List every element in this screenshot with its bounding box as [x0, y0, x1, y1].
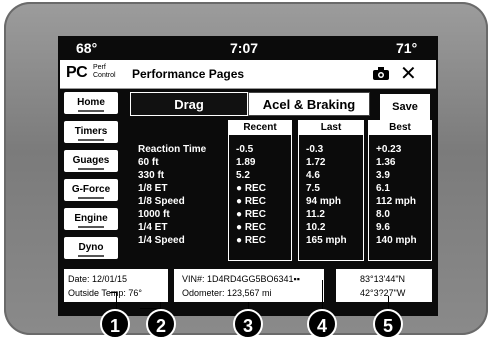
callout-badge-3: 3 — [233, 309, 263, 339]
camera-icon[interactable] — [372, 67, 390, 81]
cell-best: 8.0 — [376, 209, 390, 220]
vehicle-info-panel: VIN#: 1D4RD4GG5BO6341▪▪ Odometer: 123,56… — [174, 269, 324, 302]
cell-recent: ● REC — [236, 183, 266, 194]
cell-recent: 1.89 — [236, 157, 256, 168]
cell-last: 11.2 — [306, 209, 325, 220]
cell-best: 1.36 — [376, 157, 396, 168]
tab-acel-braking[interactable]: Acel & Braking — [248, 92, 370, 116]
sidebar-item-guages[interactable]: Guages — [64, 150, 118, 172]
outside-temp-left: 68° — [76, 40, 98, 56]
sidebar-item-timers[interactable]: Timers — [64, 121, 118, 143]
page-title: Performance Pages — [132, 67, 245, 81]
status-bar: 68° 7:07 71° — [58, 36, 438, 60]
cell-recent: 5.2 — [236, 170, 250, 181]
cell-last: 165 mph — [306, 235, 347, 246]
longitude-readout: 42°3?27"W — [360, 288, 406, 298]
clock: 7:07 — [230, 40, 259, 56]
column-header-last: Last — [298, 120, 364, 135]
callout-badge-5: 5 — [373, 309, 403, 339]
row-label: 330 ft — [138, 170, 165, 181]
odometer-readout: Odometer: 123,567 mi — [182, 288, 272, 298]
row-label: 1/4 ET — [138, 222, 168, 233]
row-label: 1/8 ET — [138, 183, 168, 194]
perf-control-logo-text: Perf Control — [93, 64, 116, 79]
cell-last: 1.72 — [306, 157, 326, 168]
perf-control-logo: PC — [66, 64, 88, 81]
cell-last: -0.3 — [306, 144, 324, 155]
cell-best: 6.1 — [376, 183, 390, 194]
cell-last: 4.6 — [306, 170, 320, 181]
date-readout: Date: 12/01/15 — [68, 274, 128, 284]
callout-badge-4: 4 — [307, 309, 337, 339]
cell-last: 7.5 — [306, 183, 320, 194]
latitude-readout: 83°13'44"N — [360, 274, 406, 284]
cell-best: +0.23 — [376, 144, 402, 155]
vin-readout: VIN#: 1D4RD4GG5BO6341▪▪ — [182, 274, 300, 284]
sidebar-item-engine[interactable]: Engine — [64, 208, 118, 230]
column-header-recent: Recent — [228, 120, 292, 135]
row-label: 1000 ft — [138, 209, 170, 220]
cell-best: 140 mph — [376, 235, 417, 246]
close-icon[interactable]: ✕ — [400, 61, 417, 86]
cell-recent: ● REC — [236, 235, 266, 246]
cell-best: 112 mph — [376, 196, 417, 207]
app-header: PC Perf Control Performance Pages ✕ — [60, 60, 436, 89]
cell-best: 9.6 — [376, 222, 390, 233]
sidebar-item-home[interactable]: Home — [64, 92, 118, 114]
callout-badge-1: 1 — [100, 309, 130, 339]
outside-temp-readout: Outside Temp: 76° — [68, 288, 142, 298]
cell-recent: ● REC — [236, 196, 266, 207]
cell-recent: ● REC — [236, 222, 266, 233]
cell-best: 3.9 — [376, 170, 390, 181]
sidebar-item-dyno[interactable]: Dyno — [64, 237, 118, 259]
row-label: 60 ft — [138, 157, 159, 168]
row-label: 1/8 Speed — [138, 196, 185, 207]
outside-temp-right: 71° — [396, 40, 418, 56]
cell-recent: ● REC — [236, 209, 266, 220]
cell-recent: -0.5 — [236, 144, 254, 155]
row-label: 1/4 Speed — [138, 235, 185, 246]
gps-panel: 83°13'44"N 42°3?27"W — [336, 269, 432, 302]
tab-drag[interactable]: Drag — [130, 92, 248, 116]
cell-last: 94 mph — [306, 196, 342, 207]
callout-leader — [322, 280, 323, 312]
row-label: Reaction Time — [138, 144, 207, 155]
column-header-best: Best — [368, 120, 432, 135]
sidebar-nav: Home Timers Guages G-Force Engine Dyno — [58, 88, 122, 266]
sidebar-item-g-force[interactable]: G-Force — [64, 179, 118, 201]
cell-last: 10.2 — [306, 222, 326, 233]
callout-badge-2: 2 — [146, 309, 176, 339]
save-button[interactable]: Save — [380, 94, 430, 120]
touchscreen: 68° 7:07 71° PC Perf Control Performance… — [58, 36, 438, 316]
